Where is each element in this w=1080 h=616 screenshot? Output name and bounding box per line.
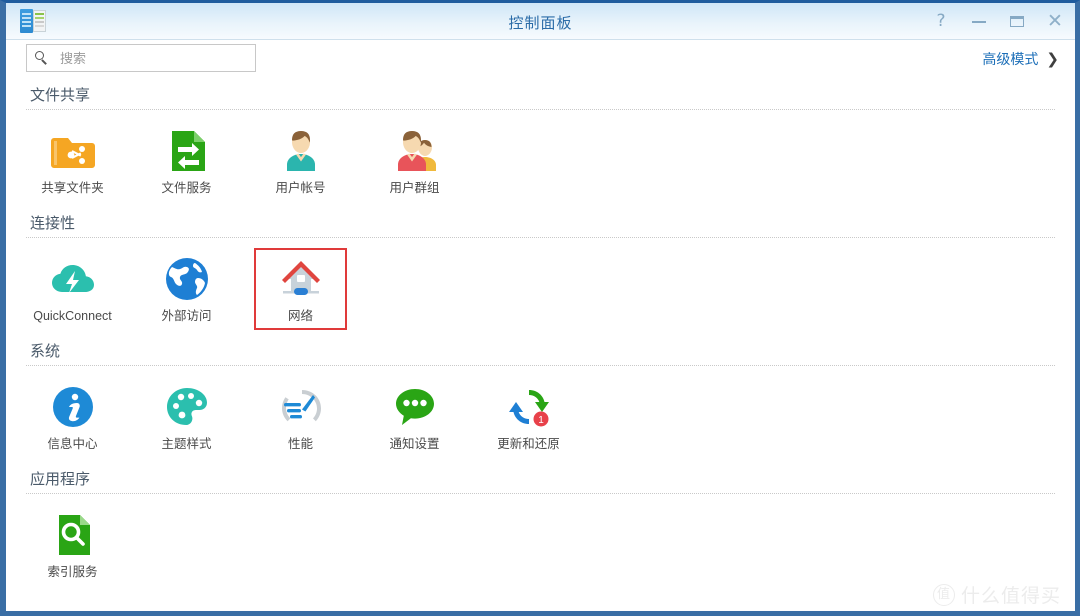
- performance-gauge-icon: [276, 382, 326, 432]
- tile-label: 网络: [287, 309, 313, 323]
- title-bar: 控制面板 ? ✕: [6, 3, 1075, 40]
- close-button[interactable]: ✕: [1045, 11, 1065, 31]
- tile-performance[interactable]: 性能: [254, 376, 347, 458]
- tile-label: 信息中心: [47, 437, 98, 451]
- minimize-button[interactable]: [969, 11, 989, 31]
- tile-label: 更新和还原: [497, 437, 560, 451]
- tile-file-services[interactable]: 文件服务: [140, 120, 233, 202]
- tile-row: 共享文件夹 文件服务 用户帐号 用户群组: [26, 110, 1055, 206]
- tile-update-restore[interactable]: 1 更新和还原: [482, 376, 575, 458]
- search-box[interactable]: [26, 44, 256, 72]
- tile-label: QuickConnect: [33, 309, 112, 323]
- page-title: 控制面板: [508, 15, 573, 32]
- watermark-badge: 值: [932, 583, 955, 606]
- external-access-globe-icon: [162, 254, 212, 304]
- user-account-icon: [276, 126, 326, 176]
- tile-notification-settings[interactable]: 通知设置: [368, 376, 461, 458]
- tile-label: 通知设置: [389, 437, 440, 451]
- section-applications: 应用程序 索引服务: [6, 462, 1075, 590]
- watermark-text: 什么值得买: [960, 586, 1061, 607]
- tile-info-center[interactable]: 信息中心: [26, 376, 119, 458]
- tile-label: 共享文件夹: [41, 181, 104, 195]
- toolbar: 高级模式 ❯: [6, 40, 1075, 78]
- tile-user-account[interactable]: 用户帐号: [254, 120, 347, 202]
- window-controls: ? ✕: [931, 3, 1065, 39]
- search-input[interactable]: [58, 49, 242, 67]
- shared-folder-icon: [48, 126, 98, 176]
- tile-label: 用户帐号: [275, 181, 326, 195]
- update-restore-icon: 1: [504, 382, 554, 432]
- tile-label: 主题样式: [161, 437, 212, 451]
- tile-label: 索引服务: [47, 565, 98, 579]
- advanced-mode-label: 高级模式: [982, 51, 1039, 67]
- indexing-service-icon: [48, 510, 98, 560]
- maximize-button[interactable]: [1007, 11, 1027, 31]
- watermark: 值 什么值得买: [932, 581, 1061, 608]
- tile-row: 索引服务: [26, 494, 1055, 590]
- section-file-sharing: 文件共享 共享文件夹 文件服务 用户帐号 用户群组: [6, 78, 1075, 206]
- notification-bubble-icon: [390, 382, 440, 432]
- chevron-right-icon: ❯: [1046, 50, 1059, 68]
- tile-quickconnect[interactable]: QuickConnect: [26, 248, 119, 330]
- tile-network[interactable]: 网络: [254, 248, 347, 330]
- info-center-icon: [48, 382, 98, 432]
- tile-indexing-service[interactable]: 索引服务: [26, 504, 119, 586]
- update-badge-count: 1: [538, 415, 544, 426]
- network-house-icon: [276, 254, 326, 304]
- section-title: 连接性: [30, 215, 76, 232]
- tile-shared-folder[interactable]: 共享文件夹: [26, 120, 119, 202]
- section-system: 系统 信息中心 主题样式 性能 通知设置 1 更新和还原: [6, 334, 1075, 462]
- section-title: 文件共享: [30, 87, 91, 104]
- content-area: 文件共享 共享文件夹 文件服务 用户帐号 用户群组 连接性 QuickConne…: [6, 78, 1075, 611]
- search-icon: [35, 50, 50, 66]
- tile-label: 文件服务: [161, 181, 212, 195]
- user-group-icon: [390, 126, 440, 176]
- section-connectivity: 连接性 QuickConnect 外部访问 网络: [6, 206, 1075, 334]
- tile-label: 用户群组: [389, 181, 440, 195]
- tile-label: 外部访问: [161, 309, 212, 323]
- tile-label: 性能: [287, 437, 313, 451]
- section-title: 应用程序: [30, 471, 91, 488]
- advanced-mode-link[interactable]: 高级模式 ❯: [982, 49, 1059, 69]
- section-title: 系统: [30, 343, 61, 360]
- quickconnect-cloud-icon: [48, 254, 98, 304]
- file-services-icon: [162, 126, 212, 176]
- tile-row: QuickConnect 外部访问 网络: [26, 238, 1055, 334]
- control-panel-window: 控制面板 ? ✕ 高级模式 ❯ 文件共享: [0, 0, 1080, 616]
- theme-palette-icon: [162, 382, 212, 432]
- tile-user-group[interactable]: 用户群组: [368, 120, 461, 202]
- tile-external-access[interactable]: 外部访问: [140, 248, 233, 330]
- help-button[interactable]: ?: [931, 11, 951, 31]
- tile-theme-style[interactable]: 主题样式: [140, 376, 233, 458]
- tile-row: 信息中心 主题样式 性能 通知设置 1 更新和还原: [26, 366, 1055, 462]
